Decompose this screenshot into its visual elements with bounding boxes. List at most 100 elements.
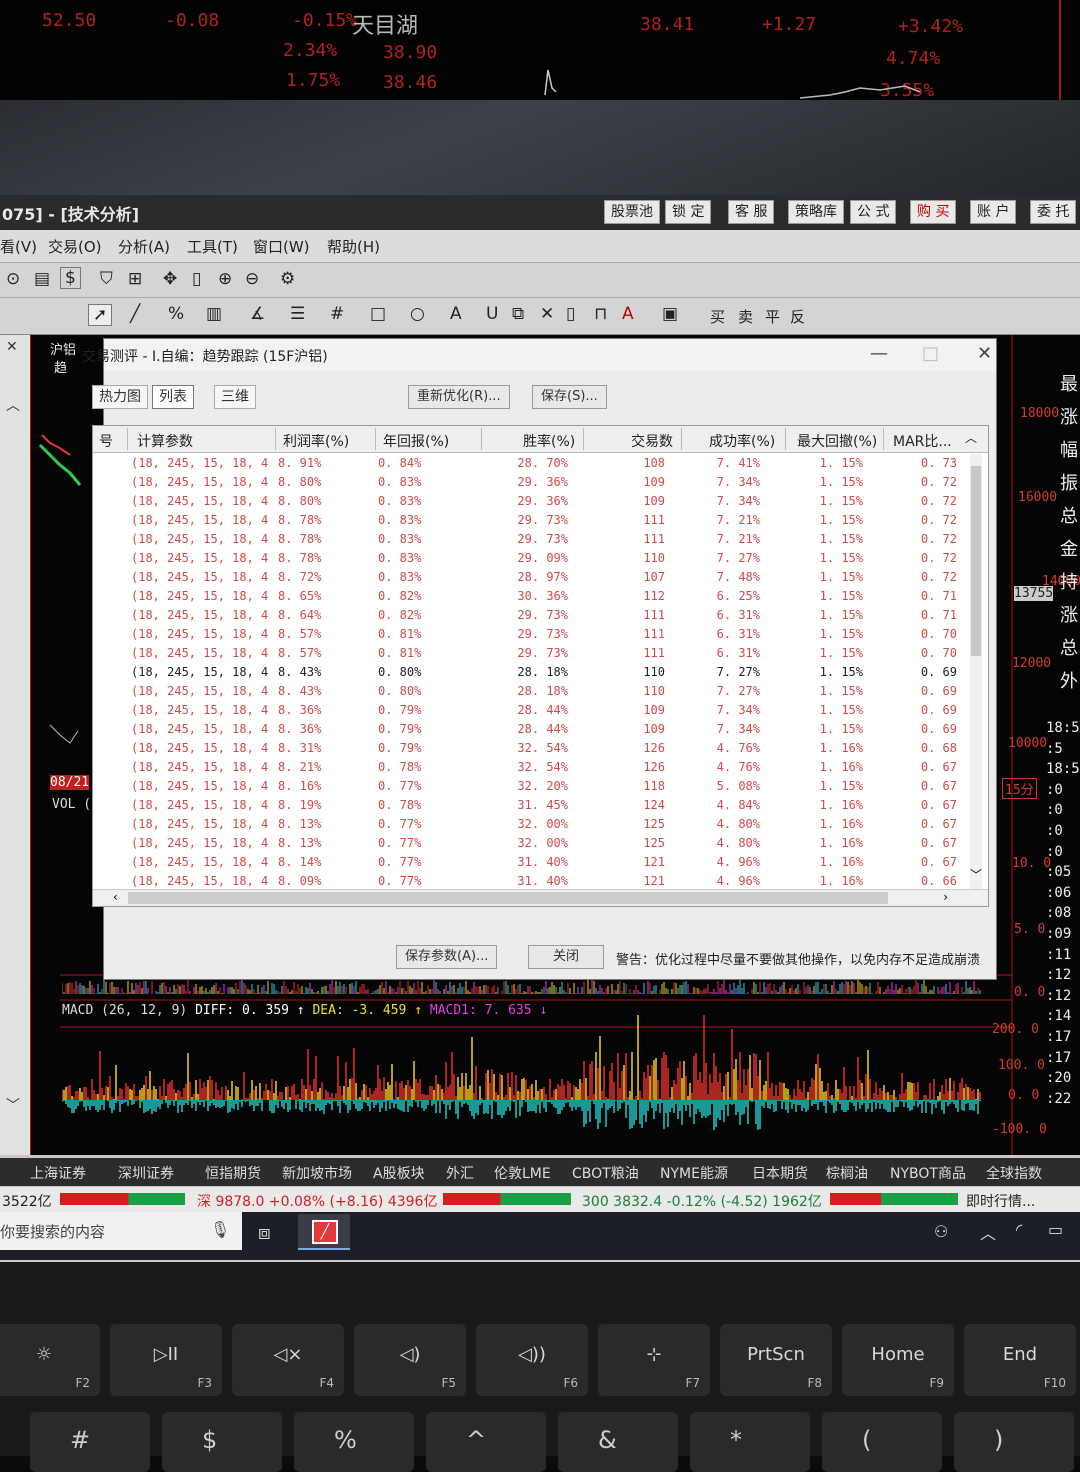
microphone-icon[interactable]: 🎙	[210, 1220, 230, 1239]
table-row[interactable]: (18, 245, 15, 18, 4 8. 36% 0. 79% 28. 44% 10…	[93, 720, 963, 739]
battery-icon[interactable]: ▭	[1048, 1220, 1063, 1239]
move-icon[interactable]: ✥	[163, 269, 177, 289]
percent-tool-icon[interactable]: %	[168, 304, 184, 324]
menu-trade[interactable]: 交易(O)	[48, 236, 102, 257]
rectangle-tool-icon[interactable]: □	[370, 304, 386, 324]
left-side-panel[interactable]: ✕ ︿ ﹀	[0, 335, 31, 1155]
tab-heatmap[interactable]: 热力图	[92, 385, 148, 409]
table-row[interactable]: (18, 245, 15, 18, 4 8. 78% 0. 83% 29. 73% 11…	[93, 530, 963, 549]
minimize-icon[interactable]: —	[870, 343, 888, 364]
market-tab[interactable]: 上海证券	[30, 1163, 86, 1183]
text-tool-icon[interactable]: A	[450, 304, 462, 324]
period-label[interactable]: 15分	[1002, 778, 1037, 799]
table-row[interactable]: (18, 245, 15, 18, 4 8. 80% 0. 83% 29. 36% 10…	[93, 492, 963, 511]
table-row[interactable]: (18, 245, 15, 18, 4 8. 91% 0. 84% 28. 70% 10…	[93, 454, 963, 473]
quick-close-button[interactable]: 平	[765, 306, 780, 327]
cursor-icon[interactable]: ➚	[88, 304, 113, 326]
table-row[interactable]: (18, 245, 15, 18, 4 8. 13% 0. 77% 32. 00% 12…	[93, 834, 963, 853]
delete-icon[interactable]: ✕	[540, 304, 554, 324]
chart-switch-icon[interactable]: ⊞	[128, 269, 142, 289]
ruler-tool-icon[interactable]: ▥	[206, 304, 222, 324]
col-params[interactable]: 计算参数	[137, 431, 193, 451]
vertical-scrollbar-thumb[interactable]	[971, 466, 981, 656]
market-tab[interactable]: 伦敦LME	[494, 1163, 551, 1183]
font-color-icon[interactable]: A	[622, 304, 634, 324]
scroll-down-icon[interactable]: ﹀	[970, 866, 982, 883]
menu-tools[interactable]: 工具(T)	[187, 236, 238, 257]
market-tab[interactable]: A股板块	[373, 1163, 425, 1183]
table-row[interactable]: (18, 245, 15, 18, 4 8. 64% 0. 82% 29. 73% 11…	[93, 606, 963, 625]
market-tab[interactable]: 全球指数	[986, 1163, 1042, 1183]
maximize-icon[interactable]: □	[922, 343, 939, 364]
trash-icon[interactable]: ▯	[566, 304, 575, 324]
table-row[interactable]: (18, 245, 15, 18, 4 8. 16% 0. 77% 32. 20% 11…	[93, 777, 963, 796]
buy-button[interactable]: 购 买	[910, 200, 957, 224]
table-row[interactable]: (18, 245, 15, 18, 4 8. 19% 0. 78% 31. 45% 12…	[93, 796, 963, 815]
formula-button[interactable]: 公 式	[850, 200, 897, 224]
table-row[interactable]: (18, 245, 15, 18, 4 8. 78% 0. 83% 29. 09% 11…	[93, 549, 963, 568]
scroll-up-icon[interactable]: ︿	[965, 429, 977, 446]
save-drawing-icon[interactable]: ▣	[662, 304, 678, 324]
table-row[interactable]: (18, 245, 15, 18, 4 8. 13% 0. 77% 32. 00% 12…	[93, 815, 963, 834]
table-row[interactable]: (18, 245, 15, 18, 4 8. 14% 0. 77% 31. 40% 12…	[93, 853, 963, 872]
copy-icon[interactable]: ⧉	[512, 304, 524, 324]
zoom-in-icon[interactable]: ⊕	[218, 269, 232, 289]
market-tab[interactable]: 新加坡市场	[282, 1163, 352, 1183]
quick-sell-button[interactable]: 卖	[738, 306, 753, 327]
tab-3d[interactable]: 三维	[214, 385, 256, 409]
table-row[interactable]: (18, 245, 15, 18, 4 8. 78% 0. 83% 29. 73% 11…	[93, 511, 963, 530]
task-view-icon[interactable]: ⧈	[258, 1220, 271, 1244]
dollar-icon[interactable]: $	[60, 267, 81, 289]
col-max-drawdown[interactable]: 最大回撤(%)	[797, 431, 877, 451]
play-icon[interactable]: ⊙	[6, 269, 20, 289]
market-tab[interactable]: 日本期货	[752, 1163, 808, 1183]
table-row[interactable]: (18, 245, 15, 18, 4 8. 65% 0. 82% 30. 36% 11…	[93, 587, 963, 606]
strategy-library-button[interactable]: 策略库	[788, 200, 844, 224]
menu-help[interactable]: 帮助(H)	[327, 236, 380, 257]
save-button[interactable]: 保存(S)...	[532, 385, 607, 409]
quick-reverse-button[interactable]: 反	[790, 306, 805, 327]
taskbar-search-box[interactable]: 你要搜索的内容 🎙	[0, 1212, 242, 1250]
col-trade-count[interactable]: 交易数	[631, 431, 673, 451]
close-icon[interactable]: ✕	[6, 339, 18, 355]
col-mar-ratio[interactable]: MAR比...	[893, 431, 952, 451]
table-row[interactable]: (18, 245, 15, 18, 4 8. 72% 0. 83% 28. 97% 10…	[93, 568, 963, 587]
market-tab[interactable]: 恒指期货	[205, 1163, 261, 1183]
taskbar-app-button[interactable]: ╱	[298, 1214, 350, 1250]
table-row[interactable]: (18, 245, 15, 18, 4 8. 57% 0. 81% 29. 73% 11…	[93, 644, 963, 663]
order-button[interactable]: 委 托	[1030, 200, 1077, 224]
account-button[interactable]: 账 户	[970, 200, 1017, 224]
grid-tool-icon[interactable]: #	[330, 304, 344, 324]
col-profit-rate[interactable]: 利润率(%)	[283, 431, 349, 451]
angle-tool-icon[interactable]: ∡	[250, 304, 265, 324]
filter-icon[interactable]: ⛉	[100, 269, 113, 289]
lock-button[interactable]: 锁 定	[665, 200, 712, 224]
ellipse-tool-icon[interactable]: ○	[410, 304, 425, 324]
market-tab[interactable]: NYME能源	[660, 1163, 728, 1183]
customer-service-button[interactable]: 客 服	[728, 200, 775, 224]
col-success-rate[interactable]: 成功率(%)	[709, 431, 775, 451]
quick-buy-button[interactable]: 买	[710, 306, 725, 327]
market-tab[interactable]: 深圳证券	[118, 1163, 174, 1183]
market-tab[interactable]: 外汇	[446, 1163, 474, 1183]
scroll-down-icon[interactable]: ﹀	[6, 1095, 20, 1115]
table-row[interactable]: (18, 245, 15, 18, 4 8. 21% 0. 78% 32. 54% 12…	[93, 758, 963, 777]
scroll-left-icon[interactable]: ‹	[113, 890, 118, 904]
close-icon[interactable]: ✕	[977, 343, 992, 364]
document-icon[interactable]: ▤	[34, 269, 50, 289]
chevron-up-icon[interactable]: ︿	[980, 1220, 996, 1244]
col-win-rate[interactable]: 胜率(%)	[523, 431, 575, 451]
line-tool-icon[interactable]: ╱	[130, 304, 140, 324]
realtime-quotes-button[interactable]: 即时行情...	[966, 1191, 1035, 1211]
sz-index-quote[interactable]: 深 9878.0 +0.08% (+8.16) 4396亿	[197, 1191, 437, 1211]
menu-view[interactable]: 看(V)	[0, 236, 37, 257]
lock-icon[interactable]: ⊓	[594, 304, 607, 324]
bracket-icon[interactable]: ▯	[192, 269, 201, 289]
table-row[interactable]: (18, 245, 15, 18, 4 8. 43% 0. 80% 28. 18% 11…	[93, 663, 963, 682]
scroll-right-icon[interactable]: ›	[943, 890, 948, 904]
menu-analysis[interactable]: 分析(A)	[118, 236, 170, 257]
scroll-up-icon[interactable]: ︿	[6, 395, 20, 415]
horizontal-scrollbar-thumb[interactable]	[128, 892, 888, 904]
table-body[interactable]: (18, 245, 15, 18, 4 8. 91% 0. 84% 28. 70% 10…	[93, 454, 963, 906]
col-annual-return[interactable]: 年回报(%)	[383, 431, 449, 451]
